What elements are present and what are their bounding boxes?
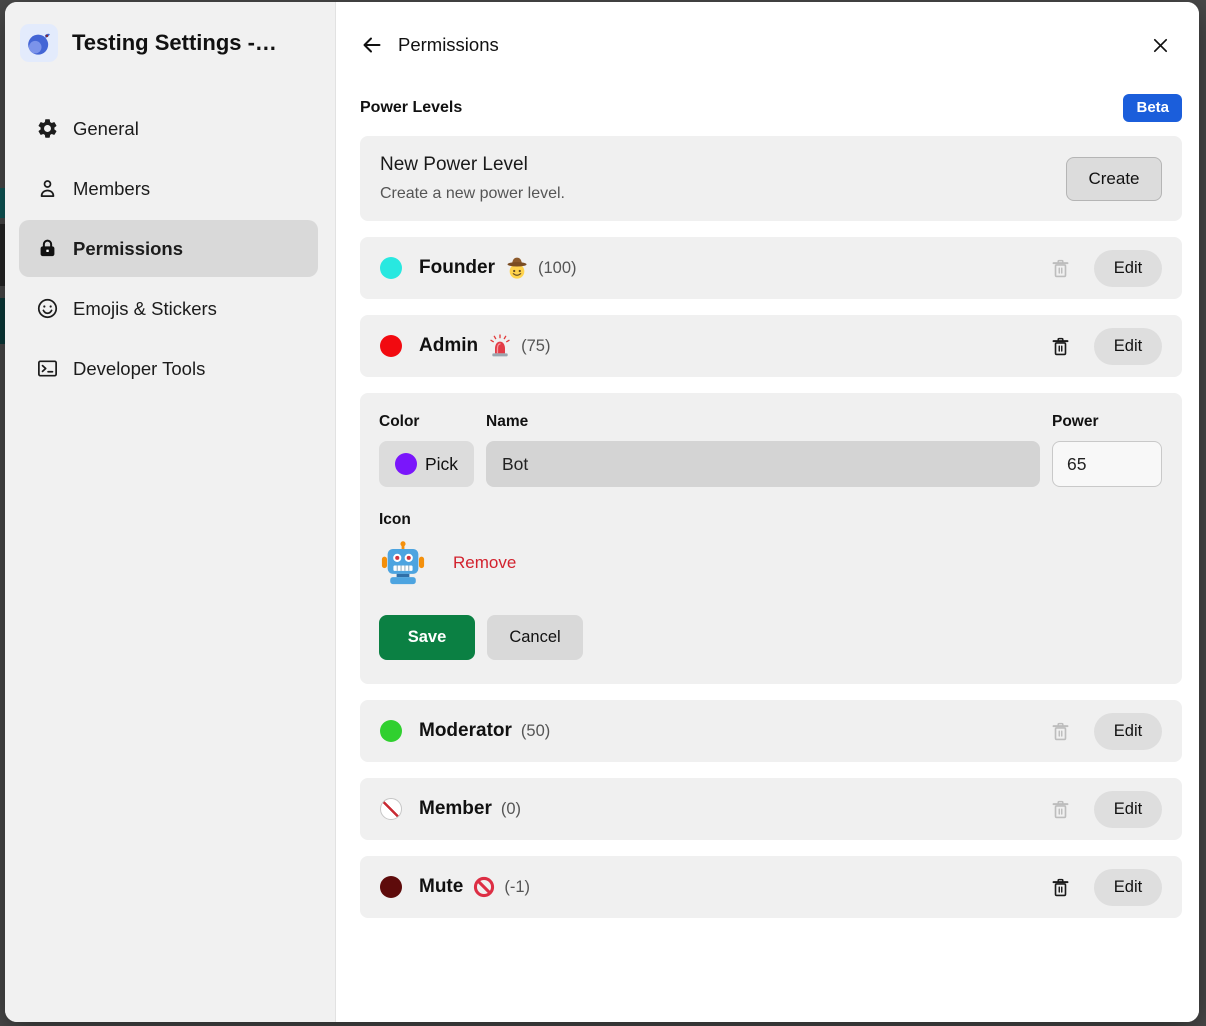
power-level-value: (75) [521,337,550,356]
color-swatch [380,257,402,279]
power-level-row-moderator: Moderator (50) Edit [360,700,1182,762]
gear-icon [36,117,59,140]
pick-label: Pick [425,454,458,475]
delete-button[interactable] [1048,334,1072,358]
power-level-name: Founder [419,257,495,279]
section-title: Power Levels [360,99,462,117]
power-level-row-founder: Founder (100) Edit [360,237,1182,299]
power-level-value: (0) [501,800,521,819]
smiley-icon [36,297,59,320]
sidebar-item-label: Developer Tools [73,358,205,380]
power-level-row-mute: Mute (-1) Edit [360,856,1182,918]
close-icon [1150,35,1171,56]
power-level-edit-form: Color Pick Name Power Icon [360,393,1182,684]
trash-icon [1049,257,1072,280]
power-label: Power [1052,413,1162,431]
edit-button[interactable]: Edit [1094,250,1162,287]
picked-color-swatch [395,453,417,475]
sidebar-item-permissions[interactable]: Permissions [19,220,318,277]
panel-header: Permissions [360,32,1182,58]
color-swatch [380,876,402,898]
prohibited-emoji-icon [473,876,495,898]
new-power-level-card: New Power Level Create a new power level… [360,136,1182,221]
close-button[interactable] [1148,33,1172,57]
power-level-name: Member [419,798,492,820]
person-icon [36,177,59,200]
police-light-emoji-icon [488,334,512,358]
color-label: Color [379,413,474,431]
delete-button[interactable] [1048,719,1072,743]
sidebar-item-emojis-stickers[interactable]: Emojis & Stickers [19,280,318,337]
name-input[interactable] [486,441,1040,487]
sidebar-item-label: General [73,118,139,140]
trash-icon [1049,798,1072,821]
beta-badge: Beta [1123,94,1182,122]
name-label: Name [486,413,1040,431]
settings-title: Testing Settings -… [72,30,277,56]
edit-button[interactable]: Edit [1094,869,1162,906]
room-avatar [20,24,58,62]
trash-icon [1049,335,1072,358]
power-input[interactable] [1052,441,1162,487]
sidebar-item-members[interactable]: Members [19,160,318,217]
back-button[interactable] [360,33,384,57]
cancel-button[interactable]: Cancel [487,615,583,660]
trash-icon [1049,720,1072,743]
color-pick-button[interactable]: Pick [379,441,474,487]
sidebar-item-label: Emojis & Stickers [73,298,217,320]
create-button[interactable]: Create [1066,157,1162,201]
edit-button[interactable]: Edit [1094,791,1162,828]
lock-icon [36,237,59,260]
power-level-value: (100) [538,259,577,278]
power-level-value: (-1) [504,878,530,897]
power-level-name: Moderator [419,720,512,742]
power-level-row-admin: Admin (75) Edit [360,315,1182,377]
color-swatch [380,720,402,742]
settings-sidebar: Testing Settings -… General Members Perm… [5,2,336,1022]
edit-button[interactable]: Edit [1094,713,1162,750]
color-swatch-none [380,798,402,820]
back-arrow-icon [360,33,384,57]
power-levels-section-head: Power Levels Beta [360,94,1182,122]
sidebar-item-label: Members [73,178,150,200]
sidebar-item-developer-tools[interactable]: Developer Tools [19,340,318,397]
sidebar-item-label: Permissions [73,238,183,260]
room-avatar-image [24,28,54,58]
edit-button[interactable]: Edit [1094,328,1162,365]
color-swatch [380,335,402,357]
trash-icon [1049,876,1072,899]
power-level-name: Admin [419,335,478,357]
power-level-name: Mute [419,876,463,898]
new-power-level-description: Create a new power level. [380,185,565,203]
power-level-value: (50) [521,722,550,741]
permissions-panel: Permissions Power Levels Beta New Power … [336,2,1199,1022]
delete-button[interactable] [1048,797,1072,821]
room-settings-dialog: Testing Settings -… General Members Perm… [5,2,1199,1022]
robot-emoji-icon [379,539,427,587]
sidebar-header: Testing Settings -… [5,24,335,62]
sidebar-item-general[interactable]: General [19,100,318,157]
settings-nav: General Members Permissions Emojis & Sti… [5,100,335,397]
delete-button[interactable] [1048,256,1072,280]
remove-icon-link[interactable]: Remove [453,553,516,573]
delete-button[interactable] [1048,875,1072,899]
terminal-icon [36,357,59,380]
power-level-row-member: Member (0) Edit [360,778,1182,840]
icon-label: Icon [379,511,1162,529]
cowboy-hat-face-emoji-icon [505,256,529,280]
save-button[interactable]: Save [379,615,475,660]
new-power-level-title: New Power Level [380,154,565,176]
panel-title: Permissions [398,34,499,56]
